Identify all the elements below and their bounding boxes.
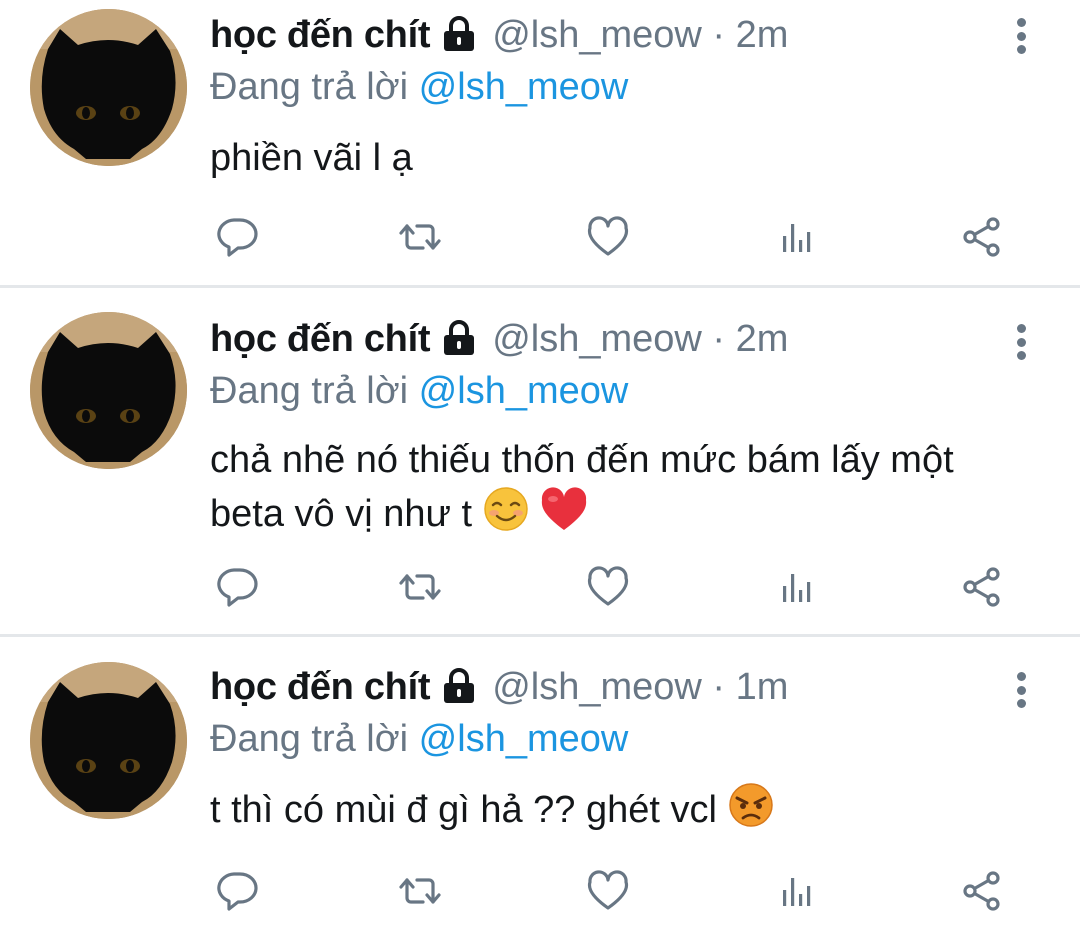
timeline: học đến chít @lsh_meow · 2m Đang trả lời…	[0, 0, 1080, 936]
reply-icon	[217, 872, 258, 911]
retweet-icon	[399, 574, 441, 600]
more-vertical-icon	[1016, 324, 1026, 333]
more-vertical-icon	[1016, 672, 1026, 681]
share-icon	[963, 871, 1000, 911]
more-options-button[interactable]	[1006, 320, 1036, 364]
more-options-button[interactable]	[1006, 668, 1036, 712]
share-icon	[963, 217, 1000, 257]
more-options-button[interactable]	[1006, 14, 1036, 58]
tweet-text: phiền vãi l ạ	[210, 132, 1050, 184]
tweet-header: học đến chít @lsh_meow · 2m	[210, 318, 788, 361]
analytics-button[interactable]	[770, 866, 824, 916]
lock-icon	[440, 15, 478, 53]
smiling-face-emoji-icon	[483, 486, 529, 546]
reply-mention-link[interactable]: @lsh_meow	[419, 66, 629, 108]
retweet-button[interactable]	[393, 212, 447, 262]
tweet-text-line: beta vô vị như t	[210, 486, 1050, 546]
tweet-text-content: t thì có mùi đ gì hả ?? ghét vcl	[210, 789, 717, 831]
analytics-icon	[783, 878, 811, 906]
reply-prefix: Đang trả lời	[210, 370, 409, 412]
display-name[interactable]: học đến chít	[210, 666, 431, 709]
avatar[interactable]	[30, 9, 187, 166]
like-icon	[587, 216, 629, 256]
share-button[interactable]	[955, 562, 1009, 612]
divider	[0, 285, 1080, 288]
tweet-header: học đến chít @lsh_meow · 2m	[210, 14, 788, 57]
tweet-actions	[210, 866, 1010, 916]
tweet-text: chả nhẽ nó thiếu thốn đến mức bám lấy mộ…	[210, 434, 1050, 546]
analytics-icon	[783, 224, 811, 252]
retweet-button[interactable]	[393, 562, 447, 612]
handle-and-timestamp[interactable]: @lsh_meow · 2m	[492, 318, 788, 361]
tweet-actions	[210, 562, 1010, 612]
display-name[interactable]: học đến chít	[210, 318, 431, 361]
tweet-text: t thì có mùi đ gì hả ?? ghét vcl	[210, 782, 1050, 842]
reply-icon	[217, 568, 258, 607]
analytics-button[interactable]	[770, 562, 824, 612]
retweet-icon	[399, 878, 441, 904]
angry-face-emoji-icon	[728, 782, 774, 842]
share-button[interactable]	[955, 866, 1009, 916]
replying-to: Đang trả lời @lsh_meow	[210, 370, 628, 413]
reply-prefix: Đang trả lời	[210, 718, 409, 760]
lock-icon	[440, 319, 478, 357]
like-icon	[587, 566, 629, 606]
share-button[interactable]	[955, 212, 1009, 262]
handle-and-timestamp[interactable]: @lsh_meow · 1m	[492, 666, 788, 709]
reply-button[interactable]	[210, 866, 264, 916]
tweet[interactable]: học đến chít @lsh_meow · 2m Đang trả lời…	[0, 290, 1080, 632]
reply-mention-link[interactable]: @lsh_meow	[419, 718, 629, 760]
analytics-button[interactable]	[770, 212, 824, 262]
tweet-text-content: beta vô vị như t	[210, 493, 473, 535]
tweet[interactable]: học đến chít @lsh_meow · 2m Đang trả lời…	[0, 0, 1080, 284]
avatar[interactable]	[30, 662, 187, 819]
tweet[interactable]: học đến chít @lsh_meow · 1m Đang trả lời…	[0, 638, 1080, 936]
reply-button[interactable]	[210, 562, 264, 612]
avatar[interactable]	[30, 312, 187, 469]
reply-prefix: Đang trả lời	[210, 66, 409, 108]
divider	[0, 634, 1080, 637]
replying-to: Đang trả lời @lsh_meow	[210, 718, 628, 761]
retweet-button[interactable]	[393, 866, 447, 916]
replying-to: Đang trả lời @lsh_meow	[210, 66, 628, 109]
like-button[interactable]	[581, 562, 635, 612]
reply-button[interactable]	[210, 212, 264, 262]
tweet-actions	[210, 212, 1010, 262]
reply-mention-link[interactable]: @lsh_meow	[419, 370, 629, 412]
tweet-text-content: phiền vãi l ạ	[210, 137, 413, 179]
retweet-icon	[399, 224, 441, 250]
lock-icon	[440, 667, 478, 705]
like-button[interactable]	[581, 866, 635, 916]
tweet-header: học đến chít @lsh_meow · 1m	[210, 666, 788, 709]
like-icon	[587, 870, 629, 910]
red-heart-emoji-icon	[539, 486, 589, 546]
tweet-text-line: chả nhẽ nó thiếu thốn đến mức bám lấy mộ…	[210, 439, 954, 481]
analytics-icon	[783, 574, 811, 602]
reply-icon	[217, 218, 258, 257]
handle-and-timestamp[interactable]: @lsh_meow · 2m	[492, 14, 788, 57]
more-vertical-icon	[1016, 18, 1026, 27]
share-icon	[963, 567, 1000, 607]
like-button[interactable]	[581, 212, 635, 262]
display-name[interactable]: học đến chít	[210, 14, 431, 57]
